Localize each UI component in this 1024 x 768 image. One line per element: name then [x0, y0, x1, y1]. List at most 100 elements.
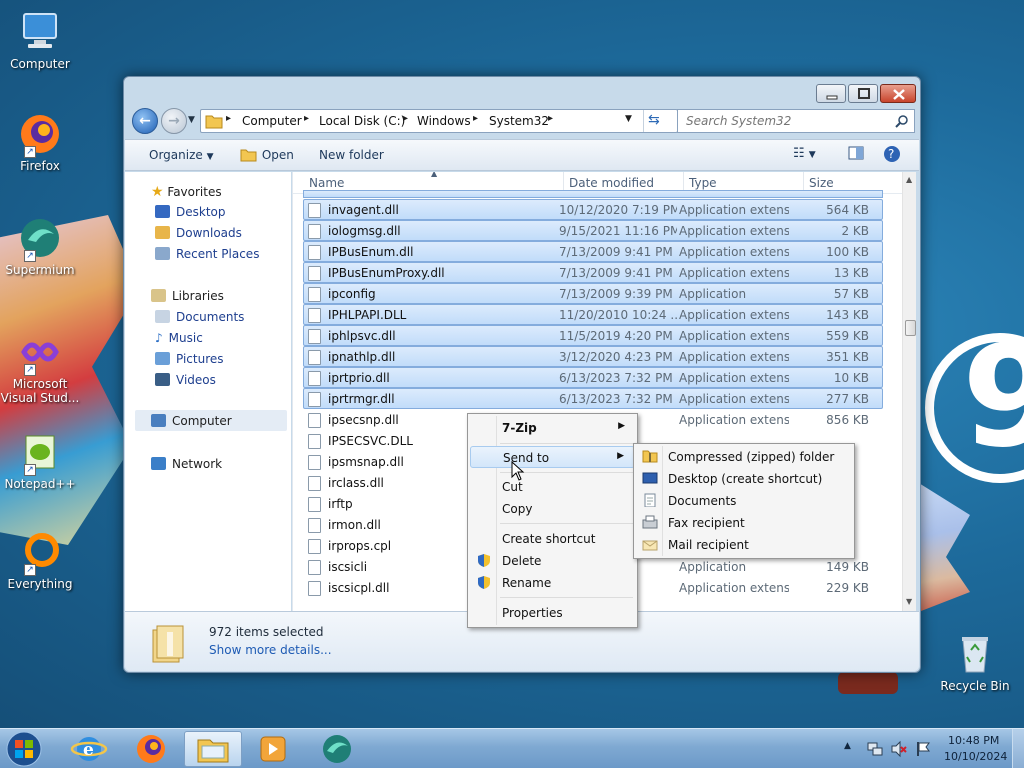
address-dropdown-icon[interactable]: ▼	[625, 114, 632, 124]
vertical-scrollbar[interactable]: ▲ ▼	[902, 172, 916, 611]
menu-item-label: Desktop (create shortcut)	[668, 472, 823, 486]
desktop-icon-supermium[interactable]: ↗ Supermium	[0, 216, 80, 277]
sendto-mail-recipient[interactable]: Mail recipient	[636, 534, 852, 556]
table-row[interactable]: invagent.dll 10/12/2020 7:19 PM Applicatio…	[303, 199, 883, 220]
breadcrumb-system32[interactable]: System32	[489, 114, 549, 128]
nav-pictures[interactable]: Pictures	[155, 352, 224, 366]
organize-button[interactable]: Organize ▼	[149, 148, 214, 162]
new-folder-button[interactable]: New folder	[319, 148, 384, 162]
maximize-button[interactable]	[848, 84, 878, 103]
desktop-icon-firefox[interactable]: ↗ Firefox	[0, 112, 80, 173]
search-input[interactable]	[686, 111, 886, 131]
menu-item-create-shortcut[interactable]: Create shortcut	[470, 528, 635, 550]
preview-pane-icon[interactable]	[848, 146, 864, 163]
desktop-icon-visual-studio[interactable]: ↗ Microsoft Visual Stud...	[0, 330, 80, 405]
send-to-submenu: Compressed (zipped) folder Desktop (crea…	[633, 443, 855, 559]
nav-network[interactable]: Network	[151, 457, 222, 471]
desktop-icon-recycle-bin[interactable]: Recycle Bin	[935, 632, 1015, 693]
table-row[interactable]: ipnathlp.dll 3/12/2020 4:23 PM Application…	[303, 346, 883, 367]
file-type: Application extens...	[679, 581, 789, 595]
sendto-fax-recipient[interactable]: Fax recipient	[636, 512, 852, 534]
recent-pages-chevron-icon[interactable]: ▼	[188, 115, 195, 125]
nav-documents[interactable]: Documents	[155, 310, 244, 324]
clock-date[interactable]: 10/10/2024	[944, 750, 1007, 763]
breadcrumb-windows[interactable]: Windows	[417, 114, 471, 128]
open-button[interactable]: Open	[240, 148, 294, 162]
search-icon[interactable]	[895, 114, 909, 128]
nav-videos[interactable]: Videos	[155, 373, 216, 387]
address-bar[interactable]: ▸ Computer ▸ Local Disk (C:) ▸ Windows ▸…	[200, 109, 678, 133]
table-row[interactable]: iphlpsvc.dll 11/5/2019 4:20 PM Application…	[303, 325, 883, 346]
menu-item-cut[interactable]: Cut	[470, 476, 635, 498]
taskbar-media-player[interactable]	[246, 731, 300, 767]
refresh-icon[interactable]: ⇆	[648, 112, 660, 128]
nav-libraries[interactable]: Libraries	[151, 289, 224, 303]
file-size: 2 KB	[841, 224, 869, 238]
table-row-partial[interactable]	[303, 190, 883, 198]
menu-item-rename[interactable]: Rename	[470, 572, 635, 594]
file-name: iphlpsvc.dll	[328, 329, 396, 343]
column-size[interactable]: Size	[809, 176, 834, 190]
close-button[interactable]	[880, 84, 916, 103]
file-name: ipnathlp.dll	[328, 350, 396, 364]
file-icon	[308, 308, 321, 323]
nav-computer[interactable]: Computer	[135, 410, 287, 431]
taskbar-firefox[interactable]	[124, 731, 178, 767]
help-icon[interactable]: ?	[883, 145, 901, 166]
table-row[interactable]: IPBusEnum.dll 7/13/2009 9:41 PM Applicatio…	[303, 241, 883, 262]
scroll-up-icon[interactable]: ▲	[906, 175, 912, 184]
start-button[interactable]	[4, 730, 44, 768]
uac-shield-icon	[478, 554, 490, 567]
show-desktop-button[interactable]	[1012, 729, 1024, 768]
table-row[interactable]: iologmsg.dll 9/15/2021 11:16 PM Applicatio…	[303, 220, 883, 241]
desktop-icon-notepadpp[interactable]: ↗ Notepad++	[0, 430, 80, 491]
table-row[interactable]: IPBusEnumProxy.dll 7/13/2009 9:41 PM Appli…	[303, 262, 883, 283]
breadcrumb-local-disk[interactable]: Local Disk (C:)	[319, 114, 405, 128]
menu-item-send-to[interactable]: Send to ▶	[470, 446, 635, 468]
action-center-flag-icon[interactable]	[914, 740, 932, 758]
table-row[interactable]: iprtprio.dll 6/13/2023 7:32 PM Application…	[303, 367, 883, 388]
network-status-icon[interactable]	[866, 740, 884, 758]
table-row[interactable]: ipconfig 7/13/2009 9:39 PM Application 57 K…	[303, 283, 883, 304]
scrollbar-thumb[interactable]	[905, 320, 916, 336]
nav-recent-places[interactable]: Recent Places	[155, 247, 259, 261]
shortcut-arrow-icon: ↗	[24, 364, 36, 376]
sendto-compressed-folder[interactable]: Compressed (zipped) folder	[636, 446, 852, 468]
nav-desktop[interactable]: Desktop	[155, 205, 226, 219]
nav-favorites[interactable]: ★ Favorites	[151, 184, 222, 200]
nav-libraries-label: Libraries	[172, 289, 224, 303]
table-row[interactable]: iprtrmgr.dll 6/13/2023 7:32 PM Application…	[303, 388, 883, 409]
change-view-icon[interactable]: ☷ ▼	[793, 146, 816, 161]
menu-item-properties[interactable]: Properties	[470, 602, 635, 624]
column-name[interactable]: Name	[309, 176, 344, 190]
table-row[interactable]: IPHLPAPI.DLL 11/20/2010 10:24 ... Applicat…	[303, 304, 883, 325]
taskbar-supermium[interactable]	[310, 731, 364, 767]
nav-downloads[interactable]: Downloads	[155, 226, 242, 240]
file-type: Application extens...	[679, 245, 789, 259]
menu-item-copy[interactable]: Copy	[470, 498, 635, 520]
clock-time[interactable]: 10:48 PM	[948, 734, 999, 747]
file-icon	[308, 560, 321, 575]
desktop-icon-computer[interactable]: Computer	[0, 10, 80, 71]
forward-button[interactable]: →	[161, 108, 187, 134]
file-type: Application extens...	[679, 224, 789, 238]
menu-item-delete[interactable]: Delete	[470, 550, 635, 572]
sendto-documents[interactable]: Documents	[636, 490, 852, 512]
nav-music[interactable]: ♪ Music	[155, 331, 203, 345]
show-hidden-icons-icon[interactable]: ▲	[844, 741, 851, 751]
menu-item-7zip[interactable]: 7-Zip ▶	[470, 417, 635, 439]
desktop-icon-everything[interactable]: ↗ Everything	[0, 530, 80, 591]
minimize-button[interactable]	[816, 84, 846, 103]
desktop-icon-label: Recycle Bin	[940, 679, 1010, 693]
scroll-down-icon[interactable]: ▼	[906, 597, 912, 606]
breadcrumb-computer[interactable]: Computer	[242, 114, 302, 128]
column-date-modified[interactable]: Date modified	[569, 176, 654, 190]
sendto-desktop-shortcut[interactable]: Desktop (create shortcut)	[636, 468, 852, 490]
taskbar-internet-explorer[interactable]: e	[62, 731, 116, 767]
taskbar-windows-explorer[interactable]	[184, 731, 242, 767]
back-button[interactable]: ←	[132, 108, 158, 134]
everything-icon: ↗	[18, 530, 62, 576]
column-type[interactable]: Type	[689, 176, 717, 190]
volume-muted-icon[interactable]	[890, 740, 908, 758]
show-more-details-link[interactable]: Show more details...	[209, 643, 332, 657]
